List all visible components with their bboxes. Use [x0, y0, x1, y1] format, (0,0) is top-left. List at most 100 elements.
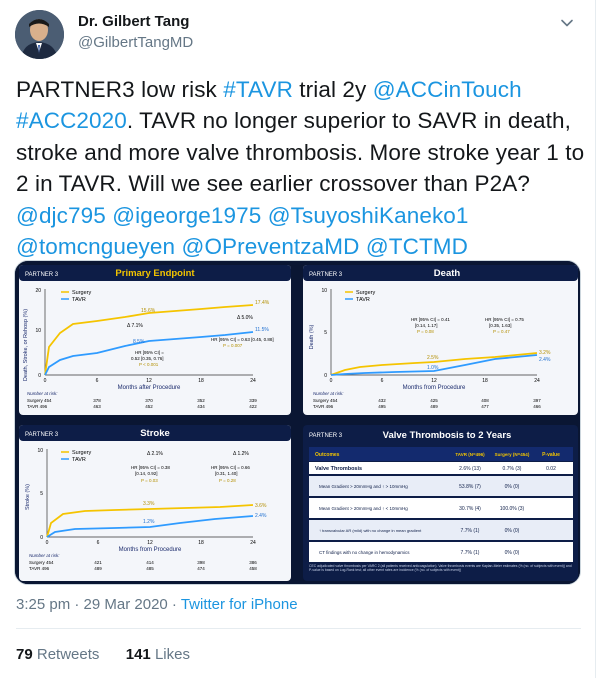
table-cell: 0% (0): [505, 528, 520, 534]
table-cell: 0% (0): [505, 550, 520, 556]
tweet-text-segment: trial 2y: [292, 77, 373, 102]
table-cell: 100.0% (3): [500, 506, 525, 512]
legend-surgery: Surgery: [356, 290, 376, 296]
x-tick: 6: [97, 540, 100, 546]
mention-tomcngueyen[interactable]: @tomcngueyen: [16, 234, 175, 259]
x-tick: 18: [482, 378, 488, 384]
partner3-logo: PARTNER 3: [309, 433, 343, 439]
annotation: 17.4%: [255, 300, 270, 306]
table-cell: ↑ transvalvular AR (mild) with no change…: [319, 528, 422, 533]
mention-accintouch[interactable]: @ACCinTouch: [373, 77, 522, 102]
x-tick: 0: [330, 378, 333, 384]
retweets-count: 79: [16, 646, 33, 663]
mention-djc795[interactable]: @djc795: [16, 203, 106, 228]
p-value: P < 0.001: [139, 362, 159, 367]
annotation: Δ 7.1%: [127, 323, 143, 329]
partner3-logo: PARTNER 3: [25, 432, 59, 438]
risk-table-title: Number at risk:: [313, 391, 344, 396]
annotation: 1.2%: [143, 519, 155, 525]
partner3-logo: PARTNER 3: [25, 272, 59, 278]
table-cell: 0.7% (3): [503, 466, 522, 472]
hazard-ratio: HR [95% CI] = 0.41: [411, 317, 450, 322]
hashtag-tavr[interactable]: #TAVR: [223, 77, 293, 102]
risk-value: 463: [93, 404, 101, 409]
retweets-label: Retweets: [36, 646, 100, 663]
likes-label: Likes: [154, 646, 190, 663]
table-cell: Mean Gradient > 20mmHg and ↑ > 10mmHg: [319, 484, 408, 489]
slide-primary-endpoint: PARTNER 3 Primary Endpoint Death, Stroke…: [19, 265, 291, 415]
y-tick: 5: [40, 491, 43, 497]
source-link[interactable]: Twitter for iPhone: [181, 596, 298, 613]
table-cell: 30.7% (4): [459, 506, 481, 512]
x-tick: 18: [198, 378, 204, 384]
hashtag-acc2020[interactable]: #ACC2020: [16, 108, 127, 133]
risk-value: 398: [197, 560, 205, 565]
partner3-logo: PARTNER 3: [309, 272, 343, 278]
risk-table-title: Number at risk:: [29, 553, 60, 558]
annotation: Δ 1.2%: [233, 451, 249, 457]
p-value: P = 0.08: [417, 329, 434, 334]
risk-value: 352: [197, 398, 205, 403]
more-options-chevron-down-icon[interactable]: [558, 14, 576, 32]
retweets-stat[interactable]: 79 Retweets: [16, 646, 99, 663]
table-cell: 0.02: [546, 466, 556, 472]
annotation: 8.5%: [133, 339, 145, 345]
mention-tctmd[interactable]: @TCTMD: [366, 234, 468, 259]
table-cell: 7.7% (1): [461, 550, 480, 556]
annotation: Δ 2.1%: [147, 451, 163, 457]
y-tick: 10: [35, 328, 41, 334]
tweet-media-image[interactable]: PARTNER 3 Primary Endpoint Death, Stroke…: [14, 260, 581, 585]
y-axis-label: Death (%): [309, 324, 315, 349]
x-tick: 12: [146, 378, 152, 384]
risk-value: 422: [249, 404, 257, 409]
table-header: Surgery (N=454): [495, 452, 530, 457]
table-header: Outcomes: [315, 452, 340, 458]
tweet-text-segment: PARTNER3 low risk: [16, 77, 224, 102]
risk-value: 495: [378, 404, 386, 409]
x-tick: 24: [534, 378, 540, 384]
hazard-ratio: [0.14, 0.92]: [135, 471, 158, 476]
risk-value: 474: [197, 566, 205, 571]
annotation: 15.6%: [141, 308, 156, 314]
risk-value: 339: [249, 398, 257, 403]
table-footnote: CEC adjudicated valve thrombosis per VAR…: [309, 564, 572, 573]
timestamp-text[interactable]: 3:25 pm · 29 Mar 2020 ·: [16, 596, 181, 613]
engagement-stats: 79 Retweets 141 Likes: [16, 646, 190, 663]
likes-stat[interactable]: 141 Likes: [126, 646, 190, 663]
table-cell: 0% (0): [505, 484, 520, 490]
p-value: P = 0.28: [219, 478, 236, 483]
hazard-ratio: 0.52 [0.35, 0.76]: [131, 356, 164, 361]
p-value: P = 0.03: [141, 478, 158, 483]
avatar[interactable]: [15, 10, 64, 59]
annotation: 1.0%: [427, 365, 439, 371]
legend-surgery: Surgery: [72, 450, 92, 456]
risk-table-title: Number at risk:: [27, 391, 58, 396]
mention-igeorge1975[interactable]: @igeorge1975: [112, 203, 261, 228]
author-handle[interactable]: @GilbertTangMD: [78, 34, 193, 51]
risk-value: 489: [94, 566, 102, 571]
hazard-ratio: HR [95% CI] =: [135, 350, 164, 355]
risk-value: 485: [146, 566, 154, 571]
table-cell: CT findings with no change in hemodynami…: [319, 550, 410, 555]
risk-label: Surgery 454: [27, 398, 52, 403]
annotation: 3.3%: [143, 501, 155, 507]
x-tick: 0: [46, 540, 49, 546]
annotation: Δ 5.0%: [237, 315, 253, 321]
y-tick: 20: [35, 288, 41, 294]
table-header: P-value: [542, 452, 560, 458]
mention-tsuyoshikaneko1[interactable]: @TsuyoshiKaneko1: [268, 203, 469, 228]
risk-value: 378: [93, 398, 101, 403]
risk-label: TAVR 496: [29, 566, 50, 571]
y-axis-label: Stroke (%): [25, 484, 31, 510]
likes-count: 141: [125, 646, 151, 663]
slide-stroke: PARTNER 3 Stroke Stroke (%) 10 5 0 0 6 1…: [19, 425, 291, 581]
slide-title: Valve Thrombosis to 2 Years: [383, 430, 512, 441]
mention-opreventzamd[interactable]: @OPreventzaMD: [182, 234, 360, 259]
author-name[interactable]: Dr. Gilbert Tang: [78, 13, 189, 30]
risk-value: 408: [481, 398, 489, 403]
risk-value: 434: [197, 404, 205, 409]
x-tick: 12: [147, 540, 153, 546]
risk-value: 452: [145, 404, 153, 409]
x-axis-label: Months from Procedure: [403, 385, 466, 391]
risk-label: TAVR 496: [27, 404, 48, 409]
